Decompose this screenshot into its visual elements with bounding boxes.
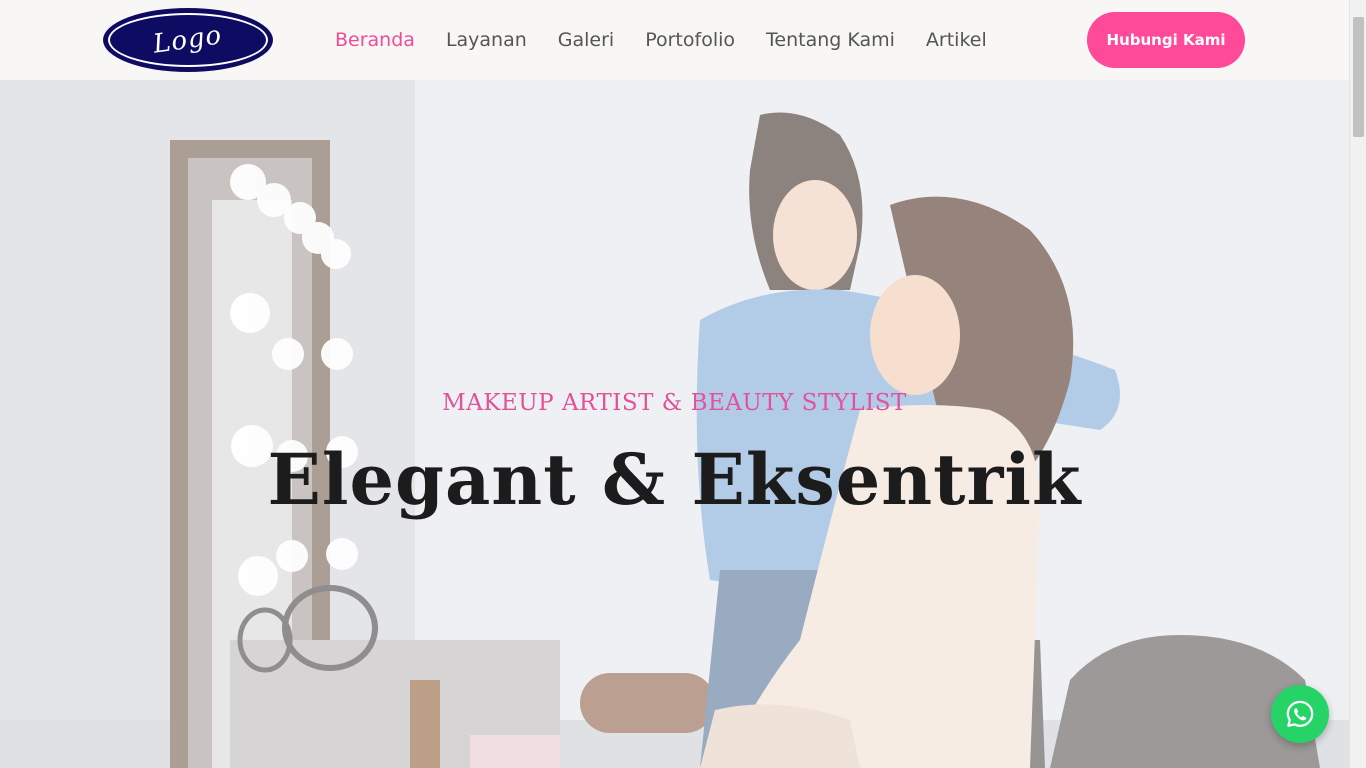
- page-scrollbar[interactable]: [1349, 0, 1366, 768]
- nav-item-galeri[interactable]: Galeri: [558, 29, 614, 51]
- nav-item-beranda[interactable]: Beranda: [335, 29, 415, 51]
- whatsapp-icon: [1286, 700, 1314, 727]
- contact-button[interactable]: Hubungi Kami: [1087, 12, 1245, 68]
- hero-overlay: [0, 80, 1349, 768]
- logo-text: Logo: [151, 20, 225, 60]
- scrollbar-thumb[interactable]: [1353, 17, 1364, 137]
- nav-item-artikel[interactable]: Artikel: [926, 29, 987, 51]
- page: Logo Beranda Layanan Galeri Portofolio T…: [0, 0, 1366, 768]
- nav-item-portofolio[interactable]: Portofolio: [645, 29, 735, 51]
- site-header: Logo Beranda Layanan Galeri Portofolio T…: [0, 0, 1349, 80]
- hero-title: Elegant & Eksentrik: [267, 438, 1082, 521]
- hero-section: MAKEUP ARTIST & BEAUTY STYLIST Elegant &…: [0, 80, 1349, 768]
- nav-item-layanan[interactable]: Layanan: [446, 29, 527, 51]
- main-nav: Beranda Layanan Galeri Portofolio Tentan…: [335, 0, 987, 80]
- site-logo[interactable]: Logo: [105, 10, 271, 70]
- nav-item-tentang-kami[interactable]: Tentang Kami: [766, 29, 895, 51]
- whatsapp-button[interactable]: [1271, 685, 1329, 743]
- hero-subtitle: MAKEUP ARTIST & BEAUTY STYLIST: [442, 390, 907, 416]
